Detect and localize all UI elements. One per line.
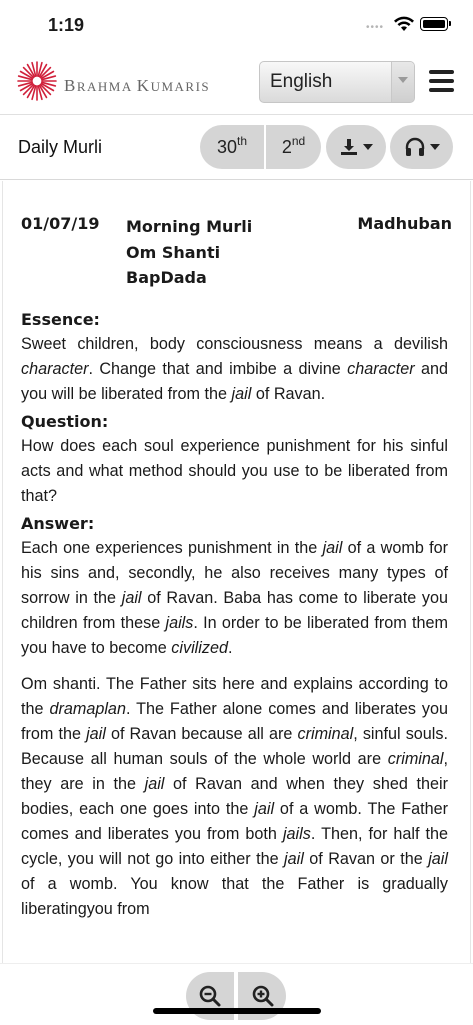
- status-bar: 1:19 ••••: [0, 0, 473, 50]
- caret-down-icon: [363, 144, 373, 150]
- page-title: Daily Murli: [18, 137, 103, 157]
- murli-greeting: Om Shanti: [126, 242, 221, 262]
- murli-speaker: BapDada: [126, 268, 207, 287]
- wifi-icon: [394, 16, 414, 31]
- audio-button[interactable]: [390, 125, 453, 169]
- language-selected-value: English: [270, 71, 333, 92]
- answer-heading: Answer:: [21, 514, 95, 533]
- chevron-down-icon: [398, 77, 408, 83]
- language-dropdown-toggle[interactable]: [391, 62, 414, 102]
- brand-name: BRAHMA KUMARIS: [64, 76, 211, 95]
- answer-text: Each one experiences punishment in the j…: [21, 539, 449, 657]
- app-header: BRAHMA KUMARIS English: [0, 52, 473, 115]
- day-30-button[interactable]: 30th: [200, 125, 264, 169]
- murli-header: Morning Murli Om Shanti BapDada: [126, 214, 252, 291]
- question-heading: Question:: [21, 412, 109, 431]
- day-2-button[interactable]: 2nd: [266, 125, 321, 169]
- signal-icon: ••••: [366, 22, 385, 33]
- brahma-kumaris-logo[interactable]: [16, 60, 58, 102]
- essence-heading: Essence:: [21, 310, 100, 329]
- download-icon: [341, 139, 357, 155]
- zoom-bar: [0, 963, 473, 1025]
- language-select[interactable]: English: [259, 61, 415, 103]
- murli-article: Essence: Sweet children, body consciousn…: [21, 307, 448, 924]
- download-button[interactable]: [326, 125, 386, 169]
- home-indicator[interactable]: [153, 1008, 321, 1014]
- headphones-icon: [405, 137, 424, 156]
- murli-place: Madhuban: [357, 214, 452, 233]
- essence-text: Sweet children, body consciousness means…: [21, 335, 448, 403]
- murli-type: Morning Murli: [126, 217, 253, 236]
- murli-body-text: Om shanti. The Father sits here and expl…: [21, 675, 448, 918]
- murli-toolbar: Daily Murli 30th 2nd: [0, 115, 473, 180]
- status-time: 1:19: [48, 15, 85, 35]
- question-text: How does each soul experience punishment…: [21, 437, 448, 505]
- murli-content[interactable]: 01/07/19 Morning Murli Om Shanti BapDada…: [0, 181, 473, 963]
- caret-down-icon: [429, 144, 440, 150]
- battery-icon: [420, 17, 451, 31]
- murli-date: 01/07/19: [21, 214, 100, 233]
- hamburger-icon[interactable]: [429, 70, 454, 92]
